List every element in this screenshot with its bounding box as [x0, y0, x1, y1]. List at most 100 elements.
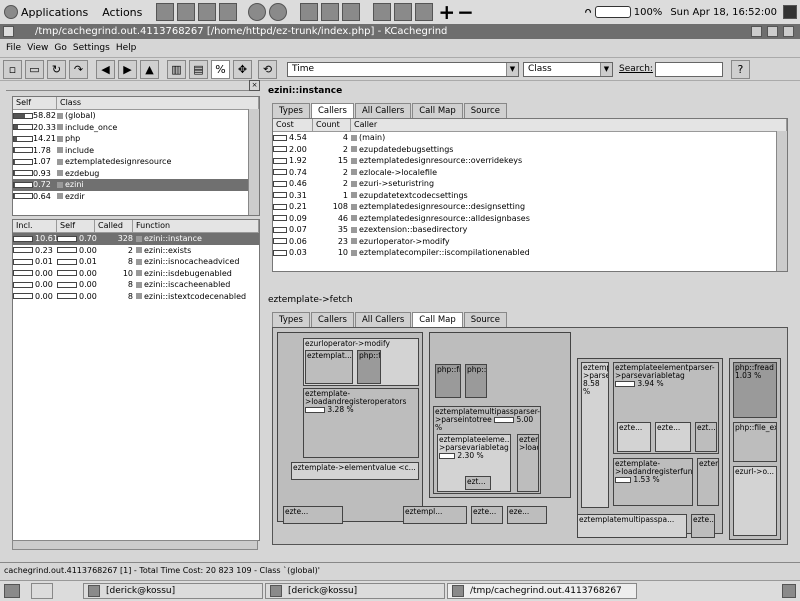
actions-menu[interactable]: Actions [102, 6, 142, 19]
callers-scrollbar[interactable] [776, 131, 787, 271]
window-icon[interactable] [373, 3, 392, 21]
back-icon[interactable]: ◀ [96, 59, 115, 79]
col-self[interactable]: Self [13, 97, 57, 109]
layout-icon[interactable]: ▥ [167, 59, 186, 79]
col-called[interactable]: Called [95, 220, 133, 232]
treemap-block[interactable]: ezte... [471, 506, 503, 524]
taskbar-item[interactable]: /tmp/cachegrind.out.4113768267 [447, 583, 637, 599]
foot-icon[interactable] [4, 5, 18, 19]
move-icon[interactable]: ✥ [233, 59, 252, 79]
class-list-scrollbar[interactable] [248, 109, 259, 215]
class-row[interactable]: 20.33 include_once [13, 122, 248, 134]
dock-close-icon[interactable]: × [249, 80, 260, 91]
calc-icon[interactable] [321, 3, 340, 21]
treemap-block[interactable]: ezte... [655, 422, 691, 452]
screenshot-icon[interactable] [394, 3, 413, 21]
home-icon[interactable] [156, 3, 175, 21]
function-row[interactable]: 10.61 0.70 328 ezini::instance [13, 233, 259, 245]
minus-icon[interactable]: − [457, 0, 474, 24]
class-row[interactable]: 0.72 ezini [13, 179, 248, 191]
treemap-block[interactable]: eztemplatemultipassparser->parseintotree… [581, 362, 609, 508]
function-list-hscrollbar[interactable] [12, 540, 258, 550]
photo-icon[interactable] [198, 3, 217, 21]
next-icon[interactable]: ▶ [118, 59, 137, 79]
function-row[interactable]: 0.01 0.01 8 ezini::isnocacheadviced [13, 256, 259, 268]
treemap-block[interactable]: eztemplat... [305, 350, 353, 384]
treemap-block[interactable]: php::file_exists [357, 350, 381, 384]
treemap-block[interactable]: ezte... [617, 422, 651, 452]
treemap-block[interactable]: ezte... [283, 506, 343, 524]
title-bar[interactable]: /tmp/cachegrind.out.4113768267 [/home/ht… [0, 24, 800, 39]
menu-file[interactable]: File [6, 43, 21, 53]
treemap-block[interactable]: eztemplatemultipasspa... [577, 514, 687, 538]
menu-go[interactable]: Go [54, 43, 66, 53]
cycle-icon[interactable]: ⟲ [258, 59, 277, 79]
caller-row[interactable]: 0.74 2 ezlocale->localefile [273, 167, 776, 179]
class-row[interactable]: 1.07 eztemplatedesignresource [13, 156, 248, 168]
function-row[interactable]: 0.00 0.00 8 ezini::iscacheenabled [13, 279, 259, 291]
caller-row[interactable]: 4.54 4 (main) [273, 132, 776, 144]
treemap-block[interactable]: eztemplate->loadandregisterfun... 1.53 % [613, 458, 693, 506]
globe-icon[interactable] [342, 3, 361, 21]
clock[interactable]: Sun Apr 18, 16:52:00 [670, 7, 777, 18]
caller-row[interactable]: 0.06 23 ezurloperator->modify [273, 236, 776, 248]
new-icon[interactable]: ▫ [3, 59, 22, 79]
treemap-block[interactable]: ezt... [465, 476, 491, 490]
caller-row[interactable]: 0.46 2 ezuri->seturistring [273, 178, 776, 190]
shutdown-icon[interactable] [783, 5, 797, 19]
treemap-block[interactable]: php::file... [465, 364, 487, 398]
applications-menu[interactable]: Applications [21, 6, 88, 19]
treemap-block[interactable]: ezurl->o... [733, 466, 777, 536]
class-row[interactable]: 58.82 (global) [13, 110, 248, 122]
treemap-block[interactable]: eze... [507, 506, 547, 524]
caller-row[interactable]: 0.31 1 ezupdatetextcodecsettings [273, 190, 776, 202]
menu-settings[interactable]: Settings [73, 43, 110, 53]
class-row[interactable]: 0.64 ezdir [13, 191, 248, 203]
caller-row[interactable]: 0.09 46 eztemplatedesignresource::alldesig… [273, 213, 776, 225]
reload-icon[interactable]: ↻ [47, 59, 66, 79]
tab-all-callers[interactable]: All Callers [354, 103, 412, 118]
forward-icon[interactable]: ↷ [69, 59, 88, 79]
col-self[interactable]: Self [57, 220, 95, 232]
caller-row[interactable]: 0.03 10 eztemplatecompiler::iscompilatione… [273, 247, 776, 259]
open-icon[interactable]: ▭ [25, 59, 44, 79]
treemap-block[interactable]: php::fread [435, 364, 461, 398]
class-row[interactable]: 14.21 php [13, 133, 248, 145]
class-row[interactable]: 0.93 ezdebug [13, 168, 248, 180]
tab-source[interactable]: Source [463, 312, 507, 327]
menu-view[interactable]: View [27, 43, 48, 53]
treemap-block[interactable]: php::file_exists [733, 422, 777, 462]
percent-button[interactable]: % [211, 59, 230, 79]
up-icon[interactable]: ▲ [140, 59, 159, 79]
terminal-icon[interactable] [177, 3, 196, 21]
show-desktop-icon[interactable] [4, 584, 20, 598]
menu-help[interactable]: Help [116, 43, 137, 53]
plus-icon[interactable]: + [438, 0, 455, 24]
tab-callers[interactable]: Callers [310, 103, 354, 118]
treemap-block[interactable]: eztemplate->loadandregisteroperators 3.2… [303, 388, 419, 458]
tab-callers[interactable]: Callers [310, 312, 354, 327]
caller-row[interactable]: 1.92 15 eztemplatedesignresource::override… [273, 155, 776, 167]
treemap-block[interactable]: eztemplate->elementvalue <c... [291, 462, 419, 480]
col-caller[interactable]: Caller [351, 119, 787, 131]
col-function[interactable]: Function [133, 220, 259, 232]
col-incl[interactable]: Incl. [13, 220, 57, 232]
function-row[interactable]: 0.23 0.00 2 ezini::exists [13, 245, 259, 257]
caller-row[interactable]: 0.21 108 eztemplatedesignresource::designs… [273, 201, 776, 213]
tab-types[interactable]: Types [272, 103, 310, 118]
treemap-block[interactable]: ezte... [691, 514, 715, 538]
tab-call-map[interactable]: Call Map [412, 103, 463, 118]
settings-icon[interactable] [248, 3, 267, 21]
maximize-icon[interactable] [767, 26, 778, 37]
col-count[interactable]: Count [313, 119, 351, 131]
col-class[interactable]: Class [57, 97, 259, 109]
workspace-icon[interactable] [31, 583, 53, 599]
trash-icon[interactable] [782, 584, 796, 598]
split-icon[interactable]: ▤ [189, 59, 208, 79]
taskbar-item[interactable]: [derick@kossu] [83, 583, 263, 599]
function-row[interactable]: 0.00 0.00 8 ezini::istextcodecenabled [13, 291, 259, 303]
treemap-block[interactable]: php::fread 1.03 % [733, 362, 777, 418]
tab-call-map[interactable]: Call Map [412, 312, 463, 327]
treemap-block[interactable]: ezt... [695, 422, 717, 452]
treemap-block[interactable]: eztemplate->loadandregist... [517, 434, 539, 492]
